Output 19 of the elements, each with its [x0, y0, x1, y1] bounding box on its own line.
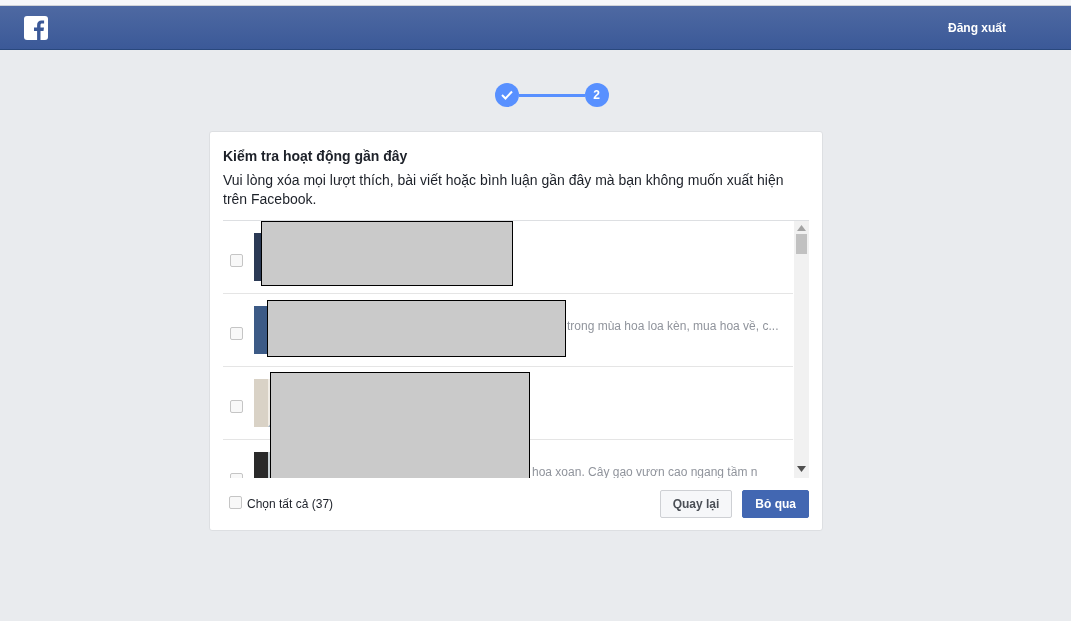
post-snippet: hoa xoan. Cây gạo vươn cao ngang tầm n	[532, 465, 758, 478]
post-snippet: trong mùa hoa loa kèn, mua hoa về, c...	[567, 319, 779, 333]
checkbox[interactable]	[230, 400, 243, 413]
dialog-description: Vui lòng xóa mọi lượt thích, bài viết hoặc bình luận gần đây mà bạn không muốn xuất hiện trên Facebook.	[223, 171, 785, 209]
checkbox[interactable]	[229, 496, 242, 509]
checkbox[interactable]	[230, 254, 243, 267]
scroll-up-icon[interactable]	[797, 225, 806, 231]
scroll-down-icon[interactable]	[797, 466, 806, 472]
scrollbar-thumb[interactable]	[796, 234, 807, 254]
back-button[interactable]: Quay lại	[659, 490, 733, 518]
scrollbar[interactable]	[794, 221, 809, 478]
dialog-title: Kiểm tra hoạt động gần đây	[223, 147, 409, 166]
step-connector	[518, 93, 585, 97]
skip-button[interactable]: Bỏ qua	[742, 490, 809, 518]
facebook-logo-icon[interactable]	[24, 15, 48, 40]
select-all-label[interactable]: Chọn tất cả (37)	[247, 495, 334, 513]
logout-link[interactable]: Đăng xuất	[948, 18, 1006, 37]
step-number: 2	[584, 83, 609, 107]
checkbox[interactable]	[230, 327, 243, 340]
